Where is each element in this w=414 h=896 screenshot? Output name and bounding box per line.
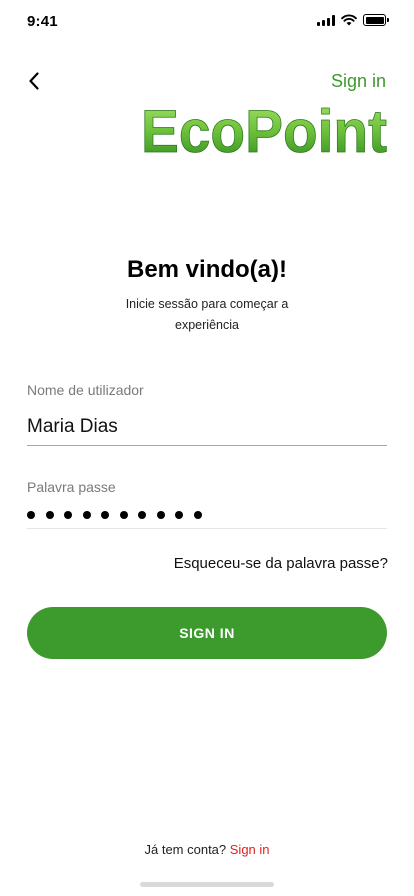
password-dot [175, 511, 183, 519]
chevron-left-icon [29, 72, 39, 90]
header-signin-link[interactable]: Sign in [331, 71, 386, 92]
footer-signin-link[interactable]: Sign in [230, 842, 270, 857]
username-underline [27, 445, 387, 446]
welcome-subtitle: Inicie sessão para começar a experiência [125, 297, 289, 332]
password-dot [119, 511, 128, 519]
password-underline [27, 528, 387, 529]
forgot-password-link[interactable]: Esqueceu-se da palavra passe? [174, 555, 388, 572]
back-button[interactable] [22, 68, 46, 94]
home-indicator [140, 882, 274, 887]
password-dot [45, 511, 54, 519]
password-label: Palavra passe [27, 479, 116, 495]
password-dot [138, 511, 146, 519]
wifi-icon [341, 14, 357, 26]
password-dot [101, 511, 109, 519]
password-dot [27, 511, 35, 519]
username-input[interactable]: Maria Dias [27, 416, 118, 438]
password-dot [193, 511, 202, 519]
password-dot [82, 511, 91, 519]
footer: Já tem conta? Sign in [0, 842, 414, 857]
password-input[interactable] [27, 511, 202, 519]
status-icons [317, 14, 389, 26]
password-dot [156, 511, 165, 519]
battery-icon [363, 14, 389, 26]
status-bar: 9:41 [0, 0, 414, 44]
cellular-signal-icon [317, 14, 335, 26]
signin-button[interactable]: SIGN IN [27, 607, 387, 659]
ecopoint-logo: EcoPoint [141, 98, 388, 165]
welcome-title: Bem vindo(a)! [126, 256, 287, 283]
status-time: 9:41 [27, 13, 58, 30]
footer-prompt: Já tem conta? [144, 842, 227, 857]
logo-text: EcoPoint [141, 98, 387, 165]
username-label: Nome de utilizador [27, 382, 144, 398]
password-dot [64, 511, 72, 519]
